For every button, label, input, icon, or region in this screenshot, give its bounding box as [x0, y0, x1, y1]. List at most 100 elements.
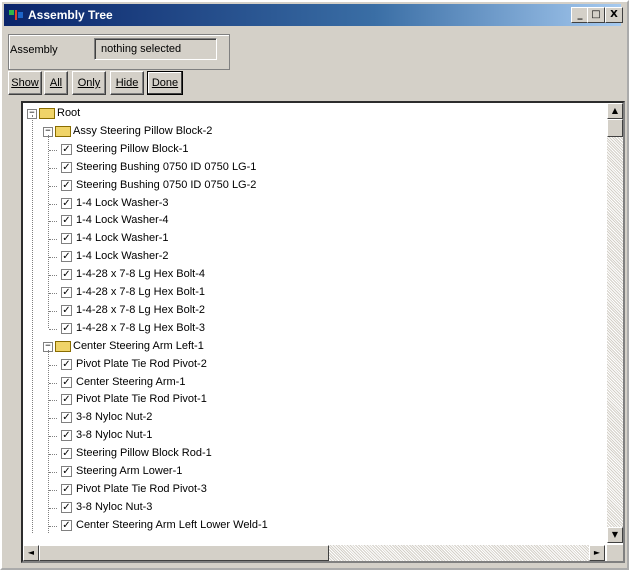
- tree-connector: [49, 203, 57, 205]
- vertical-scrollbar[interactable]: ▲ ▼: [607, 103, 623, 543]
- vertical-scroll-thumb[interactable]: [607, 119, 623, 137]
- tree-node-part[interactable]: ✓ 1-4 Lock Washer-2: [23, 248, 583, 265]
- part-checkbox[interactable]: ✓: [61, 233, 72, 245]
- folder-open-icon: [55, 125, 71, 137]
- part-checkbox[interactable]: ✓: [61, 412, 72, 424]
- part-checkbox[interactable]: ✓: [61, 430, 72, 442]
- close-button[interactable]: X: [605, 7, 623, 23]
- horizontal-scrollbar[interactable]: ◄ ►: [23, 545, 605, 561]
- tree-connector: [49, 328, 57, 330]
- only-button[interactable]: Only: [72, 71, 106, 95]
- tree-node-part[interactable]: ✓ Steering Pillow Block-1: [23, 141, 583, 158]
- app-icon: [9, 10, 23, 20]
- part-checkbox[interactable]: ✓: [61, 143, 72, 155]
- tree-node-part[interactable]: ✓ 1-4-28 x 7-8 Lg Hex Bolt-4: [23, 266, 583, 283]
- tree-node-part[interactable]: ✓ 1-4 Lock Washer-3: [23, 195, 583, 212]
- tree-node-part[interactable]: ✓ Pivot Plate Tie Rod Pivot-2: [23, 356, 583, 373]
- tree-connector: [49, 275, 57, 277]
- tree-connector: [49, 507, 57, 509]
- tree-node-label: 1-4 Lock Washer-4: [76, 214, 169, 227]
- tree-node-label: Center Steering Arm Left-1: [73, 339, 204, 352]
- tree-node-part[interactable]: ✓ Steering Bushing 0750 ID 0750 LG-1: [23, 159, 583, 176]
- tree-node-part[interactable]: ✓ Steering Arm Lower-1: [23, 463, 583, 480]
- tree-node-group[interactable]: − Center Steering Arm Left-1: [23, 338, 583, 355]
- part-checkbox[interactable]: ✓: [61, 179, 72, 191]
- part-checkbox[interactable]: ✓: [61, 287, 72, 298]
- window-title: Assembly Tree: [28, 8, 113, 22]
- scroll-corner: [607, 545, 623, 561]
- tree-node-label: Steering Pillow Block-1: [76, 142, 189, 155]
- tree-node-part[interactable]: ✓ Pivot Plate Tie Rod Pivot-1: [23, 391, 583, 408]
- tree-node-label: 3-8 Nyloc Nut-3: [76, 500, 153, 513]
- tree-connector: [49, 239, 57, 241]
- tree-node-label: Center Steering Arm-1: [76, 375, 186, 388]
- tree-connector: [49, 167, 57, 169]
- folder-open-icon: [39, 108, 55, 119]
- tree-node-part[interactable]: ✓ Steering Pillow Block Rod-1: [23, 445, 583, 462]
- assembly-tree-window: Assembly Tree _ □ X Assembly nothing sel…: [0, 0, 629, 570]
- tree-connector: [49, 436, 57, 438]
- tree-node-label: Pivot Plate Tie Rod Pivot-1: [76, 393, 207, 406]
- tree-node-part[interactable]: ✓ 1-4-28 x 7-8 Lg Hex Bolt-3: [23, 320, 583, 337]
- tree-node-part[interactable]: ✓ Center Steering Arm Left Lower Weld-1: [23, 517, 583, 533]
- tree-node-part[interactable]: ✓ 1-4-28 x 7-8 Lg Hex Bolt-2: [23, 302, 583, 319]
- scroll-right-button[interactable]: ►: [589, 545, 605, 561]
- hide-button[interactable]: Hide: [110, 71, 144, 95]
- tree-node-part[interactable]: ✓ Steering Bushing 0750 ID 0750 LG-2: [23, 177, 583, 194]
- tree-node-part[interactable]: ✓ 3-8 Nyloc Nut-1: [23, 427, 583, 444]
- scroll-up-button[interactable]: ▲: [607, 103, 623, 119]
- all-button[interactable]: All: [44, 71, 68, 95]
- assembly-tree-view[interactable]: − Root − Assy Steering Pillow Block-2 ✓ Steer…: [21, 101, 625, 563]
- part-checkbox[interactable]: ✓: [61, 376, 72, 388]
- part-checkbox[interactable]: ✓: [61, 322, 72, 334]
- part-checkbox[interactable]: ✓: [61, 466, 72, 477]
- tree-connector: [49, 418, 57, 420]
- tree-connector: [49, 472, 57, 473]
- tree-connector: [49, 149, 57, 151]
- tree-node-label: Pivot Plate Tie Rod Pivot-2: [76, 357, 207, 370]
- tree-node-label: 1-4-28 x 7-8 Lg Hex Bolt-4: [76, 268, 206, 281]
- scroll-down-button[interactable]: ▼: [607, 527, 623, 543]
- tree-node-part[interactable]: ✓ Center Steering Arm-1: [23, 374, 583, 391]
- maximize-button[interactable]: □: [587, 7, 605, 23]
- tree-connector: [49, 293, 57, 294]
- tree-node-part[interactable]: ✓ 3-8 Nyloc Nut-2: [23, 409, 583, 426]
- tree-node-label: 1-4-28 x 7-8 Lg Hex Bolt-3: [76, 321, 206, 334]
- title-bar[interactable]: Assembly Tree _ □ X: [4, 4, 623, 26]
- tree-node-part[interactable]: ✓ 1-4-28 x 7-8 Lg Hex Bolt-1: [23, 284, 583, 301]
- part-checkbox[interactable]: ✓: [61, 197, 72, 209]
- part-checkbox[interactable]: ✓: [61, 501, 72, 513]
- part-checkbox[interactable]: ✓: [61, 448, 72, 460]
- tree-node-part[interactable]: ✓ Pivot Plate Tie Rod Pivot-3: [23, 481, 583, 498]
- part-checkbox[interactable]: ✓: [61, 161, 72, 173]
- tree-connector: [49, 257, 57, 259]
- show-button[interactable]: Show: [8, 71, 42, 95]
- part-checkbox[interactable]: ✓: [61, 483, 72, 495]
- tree-connector: [49, 454, 57, 456]
- tree-node-part[interactable]: ✓ 3-8 Nyloc Nut-3: [23, 499, 583, 516]
- tree-node-label: Steering Pillow Block Rod-1: [76, 447, 212, 460]
- tree-connector: [49, 489, 57, 491]
- part-checkbox[interactable]: ✓: [61, 394, 72, 406]
- part-checkbox[interactable]: ✓: [61, 215, 72, 227]
- tree-node-group[interactable]: − Assy Steering Pillow Block-2: [23, 123, 583, 140]
- part-checkbox[interactable]: ✓: [61, 519, 72, 531]
- tree-node-label: 1-4 Lock Washer-2: [76, 250, 169, 263]
- tree-node-label: Steering Arm Lower-1: [76, 465, 183, 477]
- assembly-field: nothing selected: [94, 38, 217, 60]
- part-checkbox[interactable]: ✓: [61, 251, 72, 263]
- scroll-left-button[interactable]: ◄: [23, 545, 39, 561]
- done-button[interactable]: Done: [147, 71, 183, 95]
- tree-node-root[interactable]: − Root: [23, 105, 583, 122]
- assembly-label: Assembly: [10, 44, 58, 56]
- part-checkbox[interactable]: ✓: [61, 304, 72, 316]
- tree-node-part[interactable]: ✓ 1-4 Lock Washer-4: [23, 212, 583, 229]
- horizontal-scroll-thumb[interactable]: [39, 545, 329, 561]
- part-checkbox[interactable]: ✓: [61, 358, 72, 370]
- tree-connector: [49, 382, 57, 384]
- part-checkbox[interactable]: ✓: [61, 269, 72, 281]
- tree-node-part[interactable]: ✓ 1-4 Lock Washer-1: [23, 230, 583, 247]
- tree-connector: [49, 525, 57, 527]
- tree-node-label: Steering Bushing 0750 ID 0750 LG-1: [76, 160, 257, 173]
- tree-node-label: 3-8 Nyloc Nut-2: [76, 411, 153, 424]
